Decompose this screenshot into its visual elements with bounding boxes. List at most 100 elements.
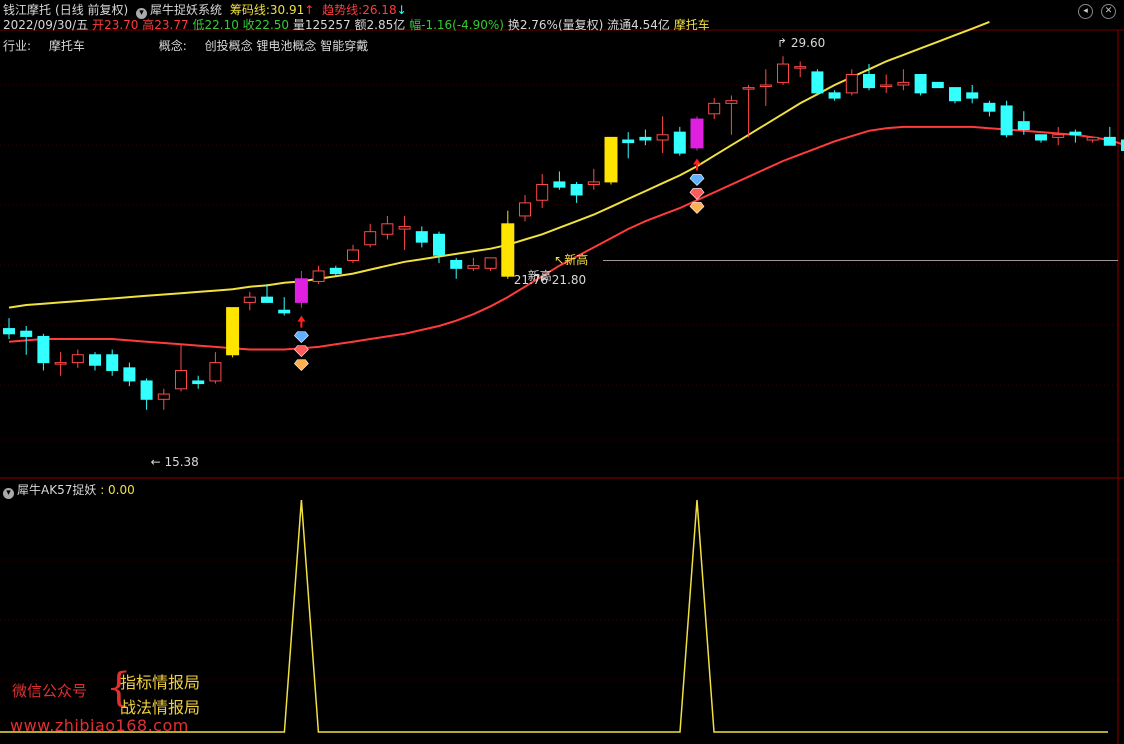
candle-body-58 xyxy=(1000,105,1013,136)
signal-arrow-icon-0 xyxy=(297,315,306,328)
candle-16 xyxy=(278,297,291,316)
candle-23 xyxy=(398,215,411,250)
concept-value[interactable]: 创投概念 锂电池概念 智能穿戴 xyxy=(205,39,369,53)
change-value: -1.16(-4.90%) xyxy=(421,18,504,32)
candle-58 xyxy=(1000,100,1013,138)
circle-close-icon[interactable]: ✕ xyxy=(1101,4,1116,19)
candle-body-29 xyxy=(501,223,515,277)
candle-body-48 xyxy=(828,92,841,99)
up-arrow-icon: ↑ xyxy=(304,3,315,17)
circle-chevron-icon[interactable]: ▾ xyxy=(3,488,14,499)
candle-body-8 xyxy=(140,380,153,400)
indicator-lines xyxy=(8,20,1124,351)
candle-body-16 xyxy=(278,309,291,314)
candle-40 xyxy=(690,116,704,151)
candle-body-60 xyxy=(1035,134,1047,141)
candle-body-35 xyxy=(604,136,618,183)
candlesticks[interactable] xyxy=(3,56,1124,410)
candle-body-40 xyxy=(690,118,704,149)
diamond-icon-0-2 xyxy=(294,359,309,372)
concept-label: 概念: xyxy=(158,39,187,53)
candle-body-33 xyxy=(570,184,583,196)
indicator-panel-name[interactable]: 犀牛AK57捉妖 xyxy=(17,483,96,497)
high-label: 高 xyxy=(142,18,155,32)
period-label: (日线 前复权) xyxy=(55,3,129,17)
turnover-value: 2.76%(量复权) xyxy=(519,18,604,32)
candle-body-57 xyxy=(983,102,996,112)
low-value: 22.10 xyxy=(204,18,239,32)
candle-9 xyxy=(157,388,170,410)
float-value: 4.54亿 xyxy=(631,18,670,32)
amount-label: 额 xyxy=(354,18,367,32)
chip-line-label: 筹码线: xyxy=(229,3,270,17)
candle-body-44 xyxy=(759,84,772,87)
candle-61 xyxy=(1052,126,1065,146)
indicator-name[interactable]: 犀牛捉妖系统 xyxy=(150,3,222,17)
candle-45 xyxy=(777,56,789,85)
candle-39 xyxy=(673,126,686,156)
candle-body-18 xyxy=(312,270,325,282)
close-value: 22.50 xyxy=(254,18,290,32)
candle-body-62 xyxy=(1069,131,1082,136)
main-chart[interactable]: ↱ 29.60← 15.3821.76新高 21.80↖新高 xyxy=(0,0,1124,744)
candle-31 xyxy=(536,174,549,209)
candle-18 xyxy=(312,265,325,285)
candle-5 xyxy=(89,352,101,371)
candle-body-19 xyxy=(329,267,342,275)
annotation-new-high-2: 新高 xyxy=(528,268,552,283)
candle-body-45 xyxy=(777,63,789,83)
candle-44 xyxy=(759,69,772,106)
high-value: 23.77 xyxy=(154,18,189,32)
candle-60 xyxy=(1035,134,1047,143)
down-arrow-icon: ↓ xyxy=(396,3,407,17)
change-label: 幅 xyxy=(409,18,422,32)
candle-body-43 xyxy=(742,87,755,90)
candle-body-63 xyxy=(1086,136,1099,141)
candle-53 xyxy=(914,74,927,96)
candle-body-27 xyxy=(467,265,480,269)
indicator-panel-value: : 0.00 xyxy=(100,483,135,497)
candle-24 xyxy=(415,226,428,248)
candle-body-50 xyxy=(863,74,875,89)
candle-7 xyxy=(123,362,136,387)
indicator-panel-title: ▾ 犀牛AK57捉妖 : 0.00 xyxy=(3,482,135,499)
industry-value[interactable]: 摩托车 xyxy=(49,39,85,53)
candle-0 xyxy=(3,318,15,340)
candle-48 xyxy=(828,90,841,101)
candle-body-14 xyxy=(243,296,256,303)
candle-body-21 xyxy=(364,231,377,246)
low-label: 低 xyxy=(192,18,205,32)
float-label: 流通 xyxy=(607,18,632,32)
circle-min-icon[interactable]: ◂ xyxy=(1078,4,1093,19)
sector-value[interactable]: 摩托车 xyxy=(674,18,710,32)
stock-name: 钱江摩托 xyxy=(3,3,52,17)
info-bar: 行业: 摩托车 概念: 创投概念 锂电池概念 智能穿戴 xyxy=(3,38,368,54)
candle-29 xyxy=(501,210,515,279)
candle-30 xyxy=(519,195,531,222)
candle-body-26 xyxy=(450,259,463,269)
candle-64 xyxy=(1103,126,1116,146)
candle-body-46 xyxy=(794,66,807,69)
candle-body-17 xyxy=(294,278,308,303)
grid-lines xyxy=(0,29,1124,744)
watermark-wechat: 微信公众号 xyxy=(12,682,88,700)
diamond-icon-1-0 xyxy=(689,174,705,186)
annotation-mid2: 21.80 xyxy=(552,273,586,287)
candle-body-55 xyxy=(949,87,961,102)
candle-body-36 xyxy=(622,139,635,144)
quote-date: 2022/09/30/五 xyxy=(3,18,89,32)
annotation-low: ← 15.38 xyxy=(151,455,199,469)
candle-body-20 xyxy=(347,249,359,261)
candle-2 xyxy=(37,333,50,371)
candle-body-59 xyxy=(1017,121,1030,131)
turnover-label: 换 xyxy=(507,18,520,32)
candle-35 xyxy=(604,136,618,185)
candle-10 xyxy=(175,344,187,392)
candle-body-51 xyxy=(880,84,893,87)
candle-body-56 xyxy=(966,92,979,99)
candle-body-47 xyxy=(811,71,824,94)
chip-line-value: 30.91 xyxy=(269,3,305,17)
candle-body-30 xyxy=(519,202,531,217)
diamond-icon-0-1 xyxy=(294,345,309,358)
annotation-new-high: ↖新高 xyxy=(554,252,588,267)
